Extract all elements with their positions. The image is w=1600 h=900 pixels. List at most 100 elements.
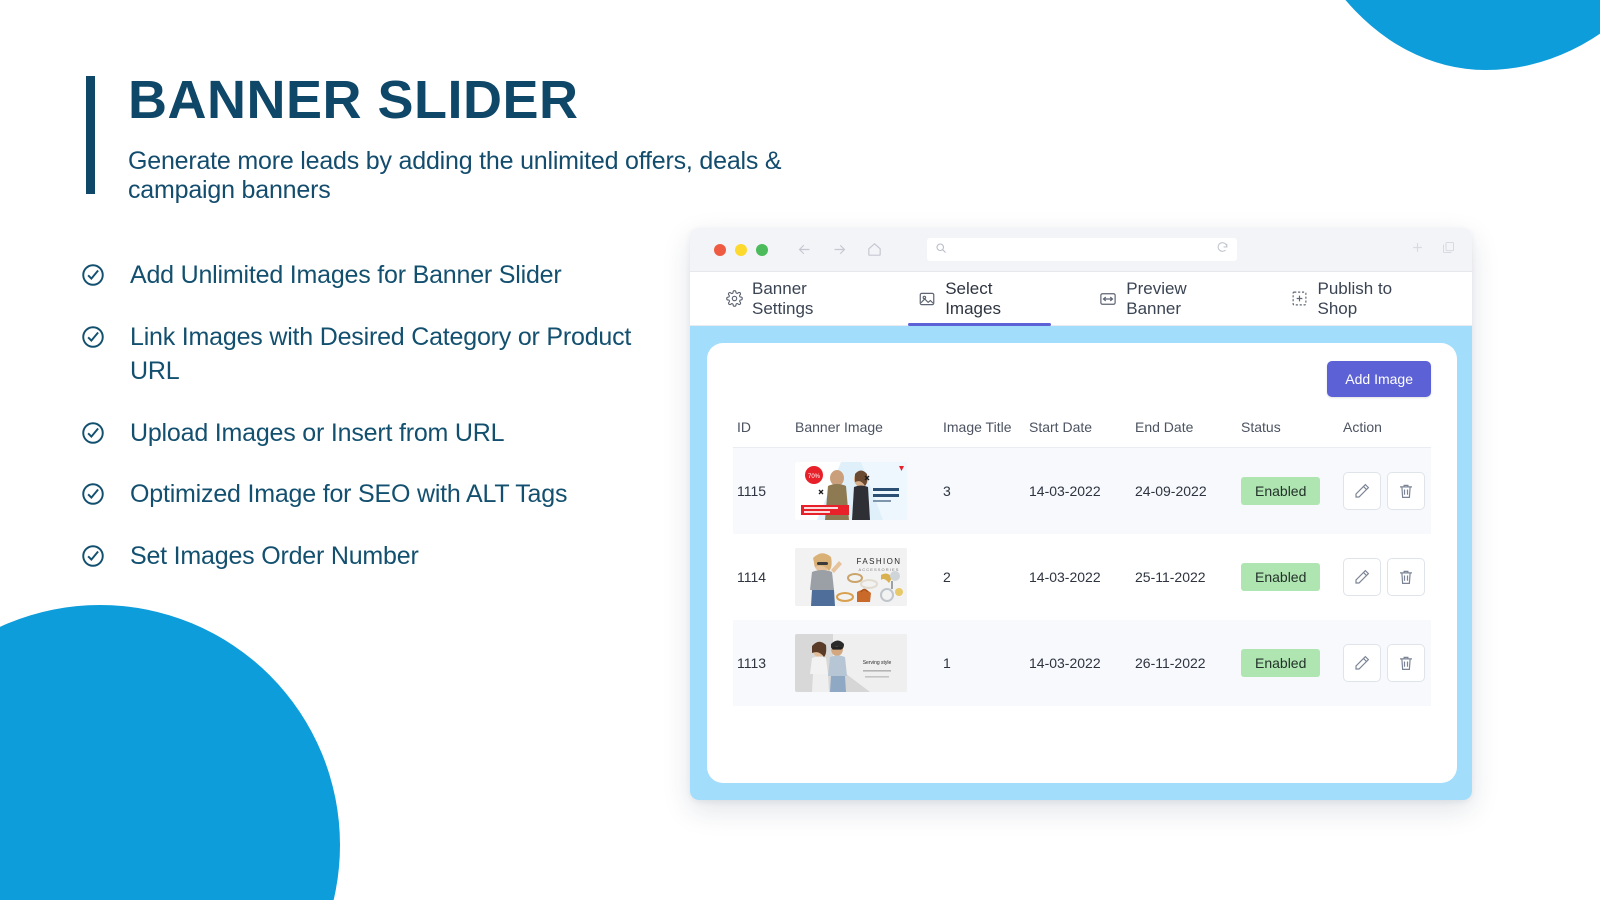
cell-image-title: 2 [943, 569, 951, 585]
column-header-image-title: Image Title [939, 413, 1025, 448]
tab-preview-banner[interactable]: Preview Banner [1089, 272, 1243, 326]
cell-id: 1115 [733, 447, 791, 534]
check-circle-icon [80, 481, 106, 507]
tab-bar[interactable]: Banner Settings Select Images Preview Ba… [690, 272, 1472, 326]
browser-actions[interactable] [1410, 240, 1456, 260]
gear-icon [726, 290, 743, 307]
decor-blob-bottom-left [0, 605, 340, 900]
feature-item: Link Images with Desired Category or Pro… [80, 320, 700, 389]
column-header-action: Action [1339, 413, 1431, 448]
search-icon [935, 241, 947, 259]
status-badge: Enabled [1241, 477, 1321, 505]
delete-icon[interactable] [1387, 558, 1425, 596]
cell-image-title: 3 [939, 447, 1025, 534]
column-header-start-date: Start Date [1025, 413, 1131, 448]
cell-end-date: 24-09-2022 [1131, 447, 1237, 534]
svg-text:FASHION: FASHION [857, 557, 902, 566]
status-badge: Enabled [1241, 649, 1321, 677]
plus-icon[interactable] [1410, 240, 1425, 260]
svg-text:Serving style: Serving style [863, 660, 892, 666]
cell-status: Enabled [1237, 447, 1339, 534]
table-row[interactable]: 1115 70% 3 14-03-2022 24-09-2022 Enabled [733, 447, 1431, 534]
cell-status: Enabled [1237, 534, 1339, 620]
page-subtitle: Generate more leads by adding the unlimi… [128, 146, 782, 204]
banner-thumbnail[interactable]: 70% [795, 462, 907, 520]
tab-select-images[interactable]: Select Images [908, 272, 1052, 326]
page-title: BANNER SLIDER [128, 70, 579, 130]
status-badge: Enabled [1241, 563, 1321, 591]
new-tab-icon[interactable] [1441, 240, 1456, 260]
cell-end-date: 26-11-2022 [1131, 620, 1237, 706]
check-circle-icon [80, 543, 106, 569]
home-icon[interactable] [866, 241, 883, 258]
panel-toolbar: Add Image [733, 361, 1431, 397]
forward-arrow-icon[interactable] [831, 241, 848, 258]
hero-section: BANNER SLIDER Generate more leads by add… [86, 72, 786, 205]
tab-label: Banner Settings [752, 278, 814, 318]
check-circle-icon [80, 324, 106, 350]
browser-window: Banner Settings Select Images Preview Ba… [690, 228, 1472, 800]
dashed-plus-icon [1291, 290, 1308, 307]
feature-list: Add Unlimited Images for Banner Slider L… [80, 258, 700, 600]
svg-text:70%: 70% [808, 474, 821, 480]
cell-banner-image: 70% [791, 447, 939, 534]
cell-action [1339, 534, 1431, 620]
feature-label: Add Unlimited Images for Banner Slider [130, 261, 562, 289]
column-header-id: ID [733, 413, 791, 448]
reload-icon[interactable] [1216, 241, 1229, 259]
table-row[interactable]: 1114 FASHION ACCESSORIES 2 14-03-2022 25… [733, 534, 1431, 620]
promo-slide: BANNER SLIDER Generate more leads by add… [0, 0, 1600, 900]
row-actions [1343, 558, 1427, 596]
feature-label: Link Images with Desired Category or Pro… [130, 322, 632, 386]
check-circle-icon [80, 262, 106, 288]
address-bar[interactable] [927, 238, 1237, 261]
edit-icon[interactable] [1343, 558, 1381, 596]
table-body: 1115 70% 3 14-03-2022 24-09-2022 Enabled… [733, 447, 1431, 706]
svg-text:ACCESSORIES: ACCESSORIES [859, 567, 900, 572]
edit-icon[interactable] [1343, 644, 1381, 682]
feature-item: Upload Images or Insert from URL [80, 416, 700, 451]
column-header-end-date: End Date [1131, 413, 1237, 448]
cell-start-date: 14-03-2022 [1025, 447, 1131, 534]
browser-nav[interactable] [796, 241, 883, 258]
cell-start-date: 14-03-2022 [1029, 569, 1101, 585]
table-header: ID Banner Image Image Title Start Date E… [733, 413, 1431, 448]
close-window-button[interactable] [714, 243, 726, 256]
browser-titlebar [690, 228, 1472, 272]
cell-end-date: 25-11-2022 [1135, 569, 1206, 585]
cell-action [1339, 447, 1431, 534]
tab-label: Preview Banner [1126, 278, 1187, 318]
edit-icon[interactable] [1343, 472, 1381, 510]
minimize-window-button[interactable] [735, 243, 747, 256]
feature-item: Add Unlimited Images for Banner Slider [80, 258, 700, 293]
tab-publish-to-shop[interactable]: Publish to Shop [1281, 272, 1434, 326]
maximize-window-button[interactable] [756, 243, 768, 256]
table-row[interactable]: 1113 Serving style 1 14-03-2022 26-11-20… [733, 620, 1431, 706]
cell-image-title: 1 [939, 620, 1025, 706]
back-arrow-icon[interactable] [796, 241, 813, 258]
check-circle-icon [80, 420, 106, 446]
cell-start-date: 14-03-2022 [1025, 620, 1131, 706]
content-frame: Add Image ID Banner Image Image Title St… [690, 326, 1472, 800]
banner-thumbnail[interactable]: FASHION ACCESSORIES [795, 548, 907, 606]
cell-status: Enabled [1237, 620, 1339, 706]
hero-accent-bar [86, 76, 95, 194]
column-header-status: Status [1237, 413, 1339, 448]
delete-icon[interactable] [1387, 644, 1425, 682]
tab-banner-settings[interactable]: Banner Settings [716, 272, 870, 326]
banner-thumbnail[interactable]: Serving style [795, 634, 907, 692]
banner-images-table: ID Banner Image Image Title Start Date E… [733, 413, 1431, 706]
tab-label: Publish to Shop [1317, 278, 1393, 318]
images-panel: Add Image ID Banner Image Image Title St… [707, 343, 1457, 783]
delete-icon[interactable] [1387, 472, 1425, 510]
feature-item: Set Images Order Number [80, 539, 700, 574]
feature-label: Optimized Image for SEO with ALT Tags [130, 480, 568, 508]
add-image-button[interactable]: Add Image [1327, 361, 1431, 397]
feature-item: Optimized Image for SEO with ALT Tags [80, 477, 700, 512]
feature-label: Upload Images or Insert from URL [130, 418, 505, 447]
tab-label: Select Images [945, 278, 1001, 318]
window-controls[interactable] [714, 243, 768, 256]
row-actions [1343, 644, 1427, 682]
cell-id: 1114 [737, 569, 767, 585]
cell-banner-image: Serving style [791, 620, 939, 706]
